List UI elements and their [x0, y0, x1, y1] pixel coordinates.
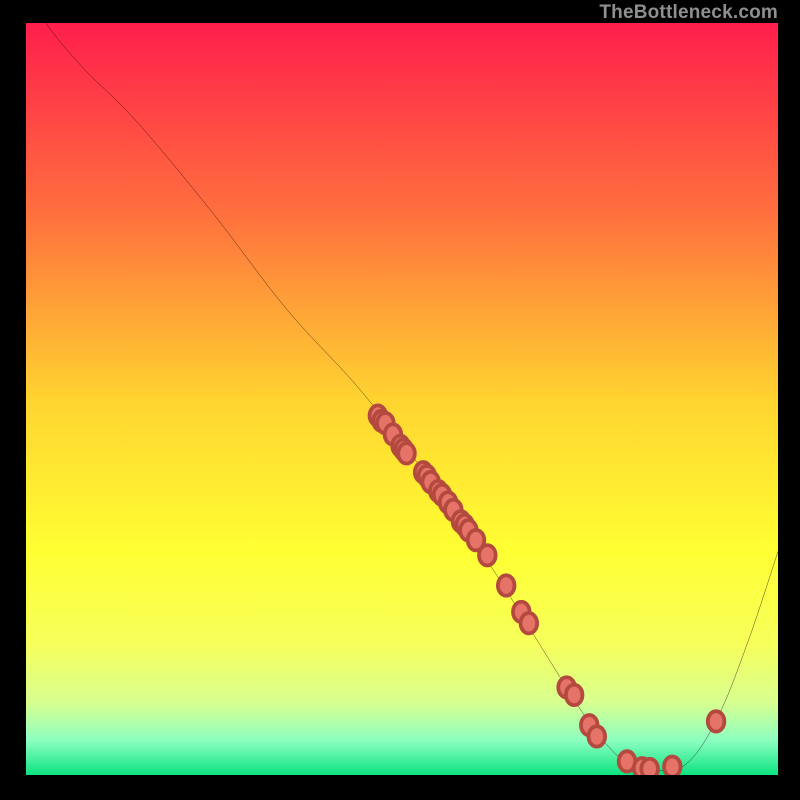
gradient-backdrop — [23, 23, 778, 778]
data-point — [664, 756, 681, 776]
data-point — [521, 613, 538, 633]
data-point — [641, 759, 658, 778]
watermark-text: TheBottleneck.com — [599, 2, 778, 24]
data-point — [588, 726, 605, 746]
data-point — [498, 575, 515, 595]
data-point — [398, 443, 415, 463]
chart-svg — [23, 23, 778, 778]
chart-stage: TheBottleneck.com — [0, 0, 800, 800]
data-point — [708, 711, 725, 731]
plot-area — [23, 23, 778, 778]
data-point — [566, 685, 583, 705]
data-point — [479, 545, 496, 565]
